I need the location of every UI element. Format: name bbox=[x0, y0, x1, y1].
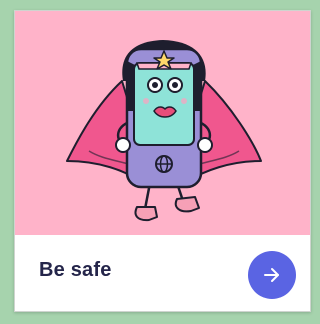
card-footer: Be safe bbox=[15, 235, 310, 311]
card-title: Be safe bbox=[39, 259, 112, 281]
card-illustration bbox=[15, 11, 310, 235]
feature-card[interactable]: Be safe bbox=[14, 10, 311, 312]
superhero-phone-illustration bbox=[66, 40, 262, 222]
next-button[interactable] bbox=[248, 251, 296, 299]
arrow-right-icon bbox=[264, 268, 279, 282]
